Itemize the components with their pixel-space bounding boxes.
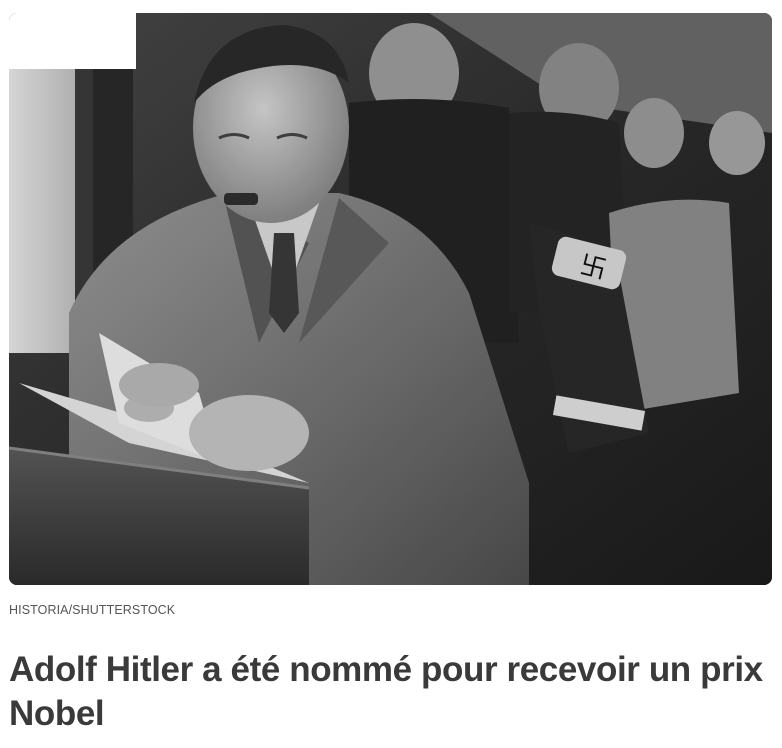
article-photo[interactable]: 卐: [9, 13, 772, 585]
article-headline[interactable]: Adolf Hitler a été nommé pour recevoir u…: [9, 648, 779, 736]
photo-corner-mask: [9, 13, 136, 69]
photo-illustration: 卐: [9, 13, 772, 585]
photo-credit: HISTORIA/SHUTTERSTOCK: [9, 603, 176, 617]
article-card: 卐 HISTORIA/SHUTTERSTOCK Adolf Hitler a é…: [0, 0, 782, 748]
